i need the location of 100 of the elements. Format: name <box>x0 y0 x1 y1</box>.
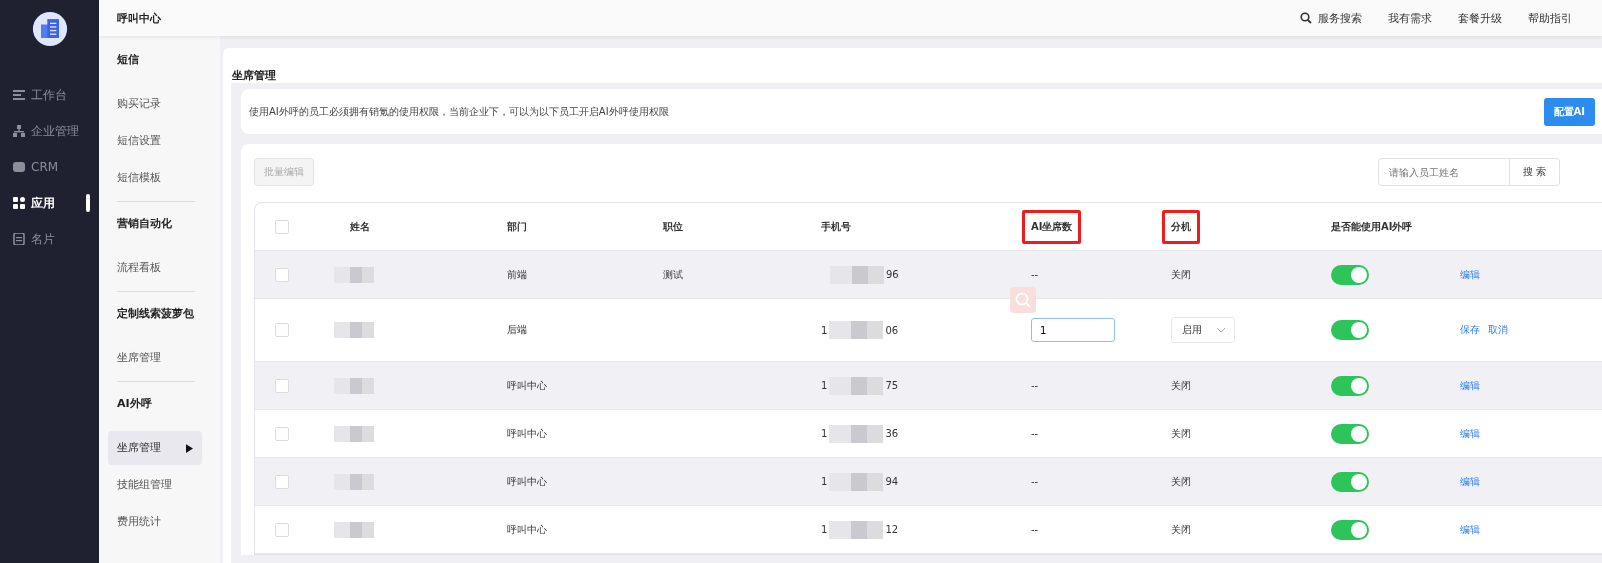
table-cell: -- <box>1031 428 1039 439</box>
page-title: 坐席管理 <box>231 68 277 83</box>
nav-group-title: AI外呼 <box>116 396 153 412</box>
redaction-block <box>334 521 374 538</box>
notice-text: 使用AI外呼的员工必须拥有销氪的使用权限，当前企业下，可以为以下员工开启AI外呼使用权限 <box>249 104 669 119</box>
action-link[interactable]: 编辑 <box>1460 267 1480 282</box>
nav-item[interactable]: 流程看板 <box>108 251 202 285</box>
row-checkbox[interactable] <box>275 474 289 489</box>
row-checkbox[interactable] <box>275 522 289 537</box>
nav-item[interactable]: 短信模板 <box>108 161 202 195</box>
redaction-block <box>334 425 374 442</box>
sidebar-item[interactable]: 企业管理 <box>0 113 99 149</box>
table-cell: 测试 <box>663 267 683 282</box>
sidebar-item[interactable]: 应用 <box>0 185 99 221</box>
org-chart-icon <box>13 125 25 137</box>
table-cell: 关闭 <box>1171 267 1191 282</box>
phone-digits: 96 <box>886 269 899 280</box>
redaction-block <box>334 322 374 338</box>
phone-digits: 1 <box>821 380 828 391</box>
action-link[interactable]: 保存 <box>1460 323 1480 337</box>
redaction-block <box>829 520 884 539</box>
search-icon <box>1300 12 1312 24</box>
action-link[interactable]: 编辑 <box>1460 426 1480 441</box>
nav-group-title: 营销自动化 <box>116 216 173 232</box>
column-header: 分机 <box>1171 220 1191 232</box>
action-link[interactable]: 编辑 <box>1460 378 1480 393</box>
toggle-switch[interactable] <box>1331 423 1369 444</box>
nav-item[interactable]: 购买记录 <box>108 87 202 121</box>
redaction-block <box>334 473 374 490</box>
sidebar-item[interactable]: 名片 <box>0 221 99 257</box>
redaction-block <box>829 472 884 491</box>
nav-item[interactable]: 坐席管理 <box>108 431 202 465</box>
column-header: 部门 <box>507 219 527 234</box>
logo-icon <box>31 11 68 47</box>
arrow-icon <box>186 443 193 453</box>
table-cell: 关闭 <box>1171 426 1191 441</box>
nav-item[interactable]: 短信设置 <box>108 124 202 158</box>
column-header: AI坐席数 <box>1031 220 1073 232</box>
phone-digits: 06 <box>885 324 899 336</box>
phone-digits: 12 <box>885 524 899 535</box>
top-link[interactable]: 套餐升级 <box>1458 10 1502 26</box>
table-cell: 前端 <box>507 267 527 282</box>
phone-digits: 1 <box>821 324 828 336</box>
table-cell: 关闭 <box>1171 474 1191 489</box>
phone-digits: 1 <box>821 428 828 439</box>
row-checkbox[interactable] <box>275 267 289 282</box>
sidebar-label: CRM <box>31 160 59 174</box>
card-icon <box>13 233 25 245</box>
extension-select[interactable]: 启用 <box>1171 317 1235 343</box>
table-cell: -- <box>1031 476 1039 487</box>
table-cell: 呼叫中心 <box>507 522 547 537</box>
row-checkbox[interactable] <box>275 323 289 337</box>
table-cell: 关闭 <box>1171 522 1191 537</box>
table-cell: -- <box>1031 380 1039 391</box>
toggle-switch[interactable] <box>1331 264 1369 285</box>
action-link[interactable]: 取消 <box>1488 323 1508 337</box>
redaction-block <box>334 377 374 394</box>
redaction-block <box>829 376 884 395</box>
nav-item[interactable]: 费用统计 <box>108 505 202 539</box>
table-cell: -- <box>1031 524 1039 535</box>
sidebar-label: 企业管理 <box>31 122 79 140</box>
toggle-switch[interactable] <box>1331 471 1369 492</box>
sidebar-label: 工作台 <box>31 86 67 104</box>
select-all-checkbox[interactable] <box>275 219 289 234</box>
redaction-block <box>829 321 884 339</box>
column-header: 手机号 <box>821 219 851 234</box>
phone-digits: 75 <box>885 380 899 391</box>
sidebar-label: 应用 <box>31 194 55 212</box>
seats-input[interactable]: 1 <box>1031 318 1115 342</box>
table-cell: 关闭 <box>1171 378 1191 393</box>
redaction-block <box>829 424 884 443</box>
nav-group-title: 定制线索菠萝包 <box>116 306 195 322</box>
search-button[interactable]: 搜 索 <box>1510 158 1560 186</box>
grid-icon <box>13 197 25 209</box>
toggle-switch[interactable] <box>1331 375 1369 396</box>
toggle-switch[interactable] <box>1331 320 1369 340</box>
row-checkbox[interactable] <box>275 378 289 393</box>
search-field[interactable]: 请输入员工姓名 <box>1378 158 1510 186</box>
action-link[interactable]: 编辑 <box>1460 474 1480 489</box>
search-icon <box>1010 287 1036 313</box>
redaction-block <box>830 265 884 284</box>
app-title: 呼叫中心 <box>117 10 161 26</box>
chevron-down-icon <box>1216 327 1226 333</box>
top-link[interactable]: 我有需求 <box>1388 10 1432 26</box>
action-link[interactable]: 编辑 <box>1460 522 1480 537</box>
sidebar-item[interactable]: CRM <box>0 149 99 185</box>
phone-digits: 94 <box>885 476 899 487</box>
phone-digits: 36 <box>885 428 899 439</box>
redaction-block <box>334 266 374 283</box>
toggle-switch[interactable] <box>1331 519 1369 540</box>
row-checkbox[interactable] <box>275 426 289 441</box>
nav-item[interactable]: 技能组管理 <box>108 468 202 502</box>
table-cell: 呼叫中心 <box>507 474 547 489</box>
sidebar-item[interactable]: 工作台 <box>0 77 99 113</box>
top-link[interactable]: 帮助指引 <box>1528 10 1572 26</box>
table-cell: 呼叫中心 <box>507 378 547 393</box>
search-link[interactable]: 服务搜索 <box>1300 10 1362 26</box>
table-cell: 后端 <box>507 323 527 337</box>
nav-item[interactable]: 坐席管理 <box>108 341 202 375</box>
chat-icon <box>13 161 25 173</box>
